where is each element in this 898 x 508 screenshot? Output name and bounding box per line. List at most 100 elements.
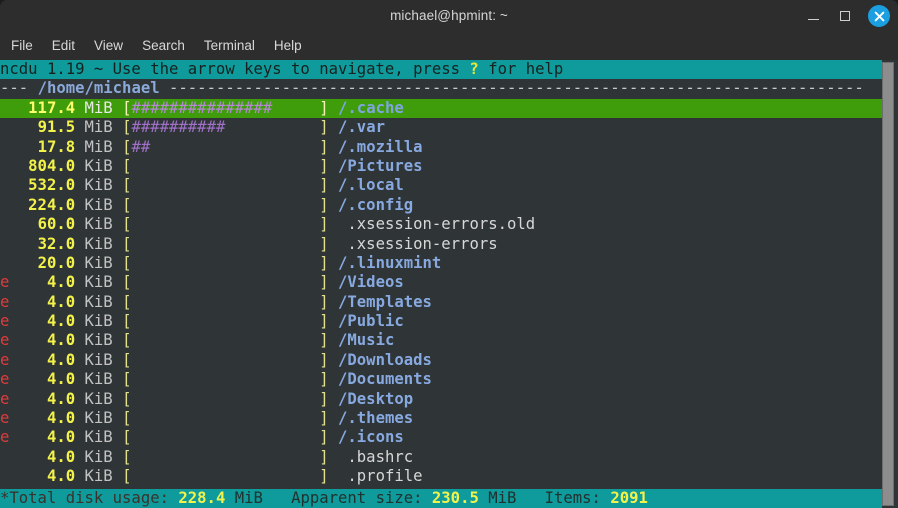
row-bar-close: ] bbox=[319, 273, 329, 292]
row-bar-empty bbox=[131, 351, 319, 369]
table-row[interactable]: e 4.0 KiB [ ] /Public bbox=[0, 312, 882, 331]
table-row[interactable]: 804.0 KiB [ ] /Pictures bbox=[0, 157, 882, 176]
table-row[interactable]: 532.0 KiB [ ] /.local bbox=[0, 176, 882, 195]
row-size-unit: KiB bbox=[75, 195, 123, 214]
row-bar-close: ] bbox=[319, 156, 329, 175]
table-row[interactable]: e 4.0 KiB [ ] /Downloads bbox=[0, 351, 882, 370]
row-size: 4.0 bbox=[46, 467, 76, 486]
row-flag: e bbox=[0, 312, 10, 331]
menu-item-file[interactable]: File bbox=[11, 32, 33, 60]
table-row[interactable]: 117.4 MiB [############### ] /.cache bbox=[0, 98, 882, 119]
menu-item-view[interactable]: View bbox=[94, 32, 123, 60]
row-size: 224.0 bbox=[28, 195, 76, 214]
table-row[interactable]: e 4.0 KiB [ ] /Music bbox=[0, 331, 882, 350]
row-bar-close: ] bbox=[319, 253, 329, 272]
row-size: 32.0 bbox=[37, 234, 76, 253]
maximize-icon bbox=[840, 11, 850, 21]
row-size: 17.8 bbox=[37, 137, 76, 156]
table-row[interactable]: e 4.0 KiB [ ] /Templates bbox=[0, 293, 882, 312]
row-bar-close: ] bbox=[319, 447, 329, 466]
terminal-scrollbar[interactable] bbox=[882, 60, 894, 508]
row-size: 60.0 bbox=[37, 215, 76, 234]
items-value: 2091 bbox=[610, 488, 648, 507]
maximize-button[interactable] bbox=[836, 7, 854, 25]
row-size-unit: KiB bbox=[75, 273, 123, 292]
terminal-window: michael@hpmint: ~ File Edit View Search … bbox=[0, 0, 898, 508]
close-button[interactable] bbox=[868, 5, 890, 27]
ncdu-status-bar: *Total disk usage: 228.4 MiB Apparent si… bbox=[0, 488, 882, 508]
row-flag: e bbox=[0, 389, 10, 408]
row-directory-name: /Music bbox=[328, 331, 395, 350]
minimize-button[interactable] bbox=[804, 7, 822, 25]
row-bar-empty bbox=[131, 390, 319, 408]
menu-item-terminal[interactable]: Terminal bbox=[204, 32, 255, 60]
row-flag bbox=[0, 467, 9, 485]
row-size: 4.0 bbox=[46, 370, 76, 389]
ncdu-file-list: 117.4 MiB [############### ] /.cache 91.… bbox=[0, 98, 882, 508]
table-row[interactable]: 17.8 MiB [## ] /.mozilla bbox=[0, 138, 882, 157]
row-bar-fill: ## bbox=[131, 137, 151, 156]
row-size-pad bbox=[9, 448, 47, 466]
table-row[interactable]: e 4.0 KiB [ ] /Videos bbox=[0, 273, 882, 292]
row-size-pad bbox=[9, 390, 47, 408]
menu-bar: File Edit View Search Terminal Help bbox=[0, 32, 898, 60]
row-bar-empty bbox=[131, 254, 319, 272]
row-bar-empty bbox=[131, 331, 319, 349]
table-row[interactable]: 32.0 KiB [ ] .xsession-errors bbox=[0, 235, 882, 254]
row-size-unit: KiB bbox=[75, 370, 123, 389]
table-row[interactable]: 4.0 KiB [ ] .bashrc bbox=[0, 448, 882, 467]
table-row[interactable]: e 4.0 KiB [ ] /.icons bbox=[0, 428, 882, 447]
ncdu-path-line: --- /home/michael ----------------------… bbox=[0, 79, 882, 98]
row-size-unit: KiB bbox=[75, 467, 123, 486]
row-size: 4.0 bbox=[46, 331, 76, 350]
row-bar-empty bbox=[131, 273, 319, 291]
table-row[interactable]: 4.0 KiB [ ] .profile bbox=[0, 467, 882, 486]
row-bar-fill: ########## bbox=[131, 118, 226, 137]
row-flag bbox=[0, 118, 9, 136]
row-bar-empty bbox=[225, 118, 319, 136]
row-file-name: .xsession-errors.old bbox=[328, 215, 536, 234]
menu-item-help[interactable]: Help bbox=[274, 32, 302, 60]
row-bar-close: ] bbox=[319, 118, 329, 137]
row-flag bbox=[0, 157, 9, 175]
table-row[interactable]: 60.0 KiB [ ] .xsession-errors.old bbox=[0, 215, 882, 234]
row-bar-empty bbox=[150, 138, 319, 156]
row-directory-name: /Public bbox=[328, 312, 404, 331]
row-flag: e bbox=[0, 428, 10, 447]
row-size: 4.0 bbox=[46, 273, 76, 292]
row-bar-empty bbox=[131, 293, 319, 311]
ncdu-header-suffix: for help bbox=[478, 60, 564, 78]
row-directory-name: /.var bbox=[328, 118, 385, 137]
row-size-pad bbox=[9, 157, 28, 175]
scrollbar-thumb[interactable] bbox=[882, 62, 894, 506]
row-size: 4.0 bbox=[46, 312, 76, 331]
row-bar-close: ] bbox=[319, 409, 329, 428]
row-size: 91.5 bbox=[37, 118, 76, 137]
ncdu-header-bar: ncdu 1.19 ~ Use the arrow keys to naviga… bbox=[0, 60, 882, 80]
row-size: 20.0 bbox=[37, 253, 76, 272]
title-bar[interactable]: michael@hpmint: ~ bbox=[0, 0, 898, 32]
row-size-pad bbox=[9, 138, 37, 156]
table-row[interactable]: e 4.0 KiB [ ] /Documents bbox=[0, 370, 882, 389]
table-row[interactable]: 91.5 MiB [########## ] /.var bbox=[0, 118, 882, 137]
row-size: 804.0 bbox=[28, 156, 76, 175]
row-size-unit: KiB bbox=[75, 447, 123, 466]
row-size-pad bbox=[9, 370, 47, 388]
row-flag: e bbox=[0, 370, 10, 389]
row-size-unit: KiB bbox=[75, 215, 123, 234]
row-size: 4.0 bbox=[46, 389, 76, 408]
row-flag: e bbox=[0, 350, 10, 369]
table-row[interactable]: 20.0 KiB [ ] /.linuxmint bbox=[0, 254, 882, 273]
row-directory-name: /.themes bbox=[328, 409, 414, 428]
table-row[interactable]: e 4.0 KiB [ ] /Desktop bbox=[0, 390, 882, 409]
menu-item-search[interactable]: Search bbox=[142, 32, 185, 60]
row-bar-close: ] bbox=[319, 312, 329, 331]
row-bar-close: ] bbox=[319, 331, 329, 350]
table-row[interactable]: e 4.0 KiB [ ] /.themes bbox=[0, 409, 882, 428]
row-size-unit: KiB bbox=[75, 428, 123, 447]
table-row[interactable]: 224.0 KiB [ ] /.config bbox=[0, 196, 882, 215]
row-bar-close: ] bbox=[319, 389, 329, 408]
row-size-unit: KiB bbox=[75, 389, 123, 408]
row-directory-name: /.mozilla bbox=[328, 137, 423, 156]
menu-item-edit[interactable]: Edit bbox=[52, 32, 75, 60]
